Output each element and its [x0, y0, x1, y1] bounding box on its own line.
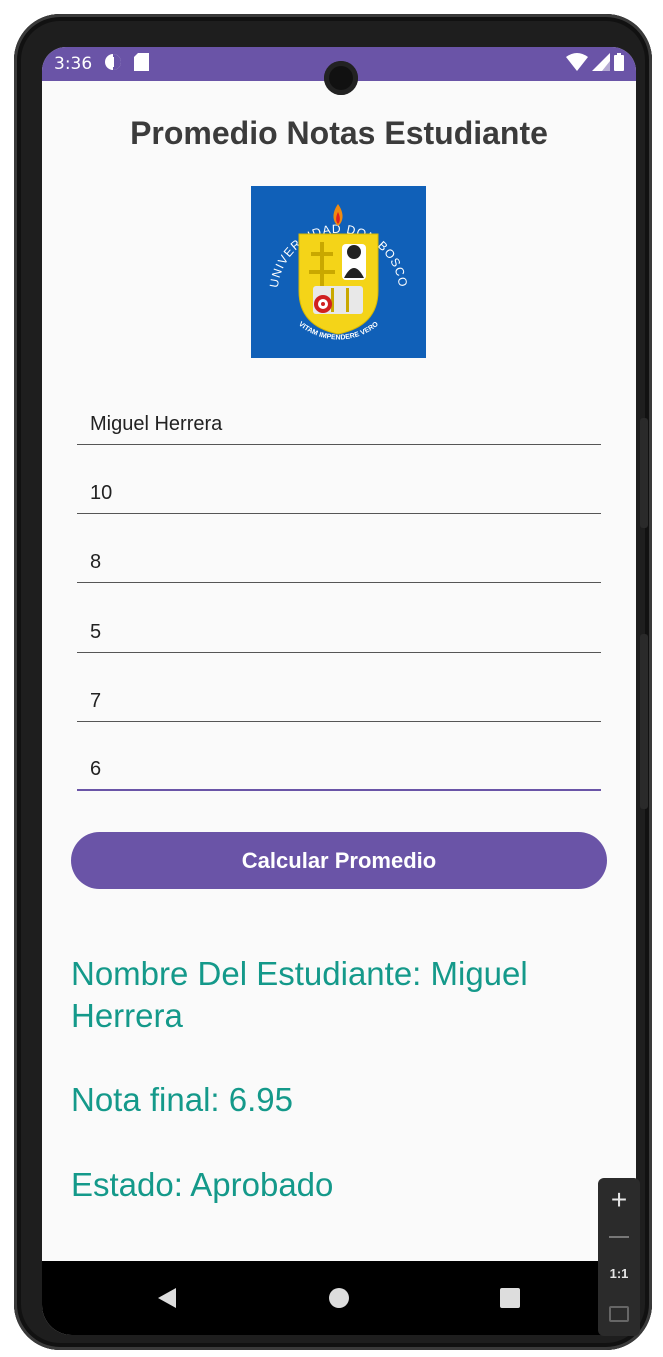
final-grade-result: Nota final: 6.95 — [71, 1081, 293, 1118]
app-screen: 3:36 Promedio Notas Estudiante UNIVER DA… — [42, 47, 636, 1335]
student-name-input[interactable]: Miguel Herrera — [77, 399, 601, 445]
wifi-icon — [566, 53, 588, 76]
calculate-average-button[interactable]: Calcular Promedio — [71, 832, 607, 889]
volume-button — [640, 418, 648, 528]
home-icon[interactable] — [329, 1288, 349, 1308]
status-time: 3:36 — [54, 54, 93, 74]
page-title: Promedio Notas Estudiante — [130, 115, 548, 151]
data-saver-icon — [104, 53, 122, 76]
back-icon[interactable] — [158, 1288, 176, 1308]
power-button — [640, 634, 648, 809]
zoom-controls: + 1:1 — [598, 1178, 640, 1336]
recents-icon[interactable] — [500, 1288, 520, 1308]
status-icons — [566, 53, 624, 76]
university-logo: UNIVERSIDAD DON BOSCO VITAM IMPENDERE VE… — [251, 186, 426, 358]
grade1-input[interactable]: 10 — [77, 468, 601, 514]
front-camera — [324, 61, 358, 95]
grade4-input[interactable]: 7 — [77, 676, 601, 722]
status-result: Estado: Aprobado — [71, 1166, 334, 1203]
grade2-input[interactable]: 8 — [77, 537, 601, 583]
navigation-bar — [42, 1261, 636, 1335]
grade3-input[interactable]: 5 — [77, 607, 601, 653]
sd-card-icon — [134, 52, 150, 76]
battery-icon — [614, 53, 624, 76]
student-name-result: Nombre Del Estudiante: Miguel Herrera — [71, 955, 528, 1034]
zoom-fit-icon[interactable] — [609, 1306, 629, 1322]
zoom-in-button[interactable]: + — [598, 1184, 640, 1216]
zoom-reset-button[interactable]: 1:1 — [598, 1266, 640, 1281]
zoom-out-button[interactable] — [609, 1236, 629, 1238]
grade5-input[interactable]: 6 — [77, 745, 601, 791]
signal-icon — [592, 53, 610, 76]
